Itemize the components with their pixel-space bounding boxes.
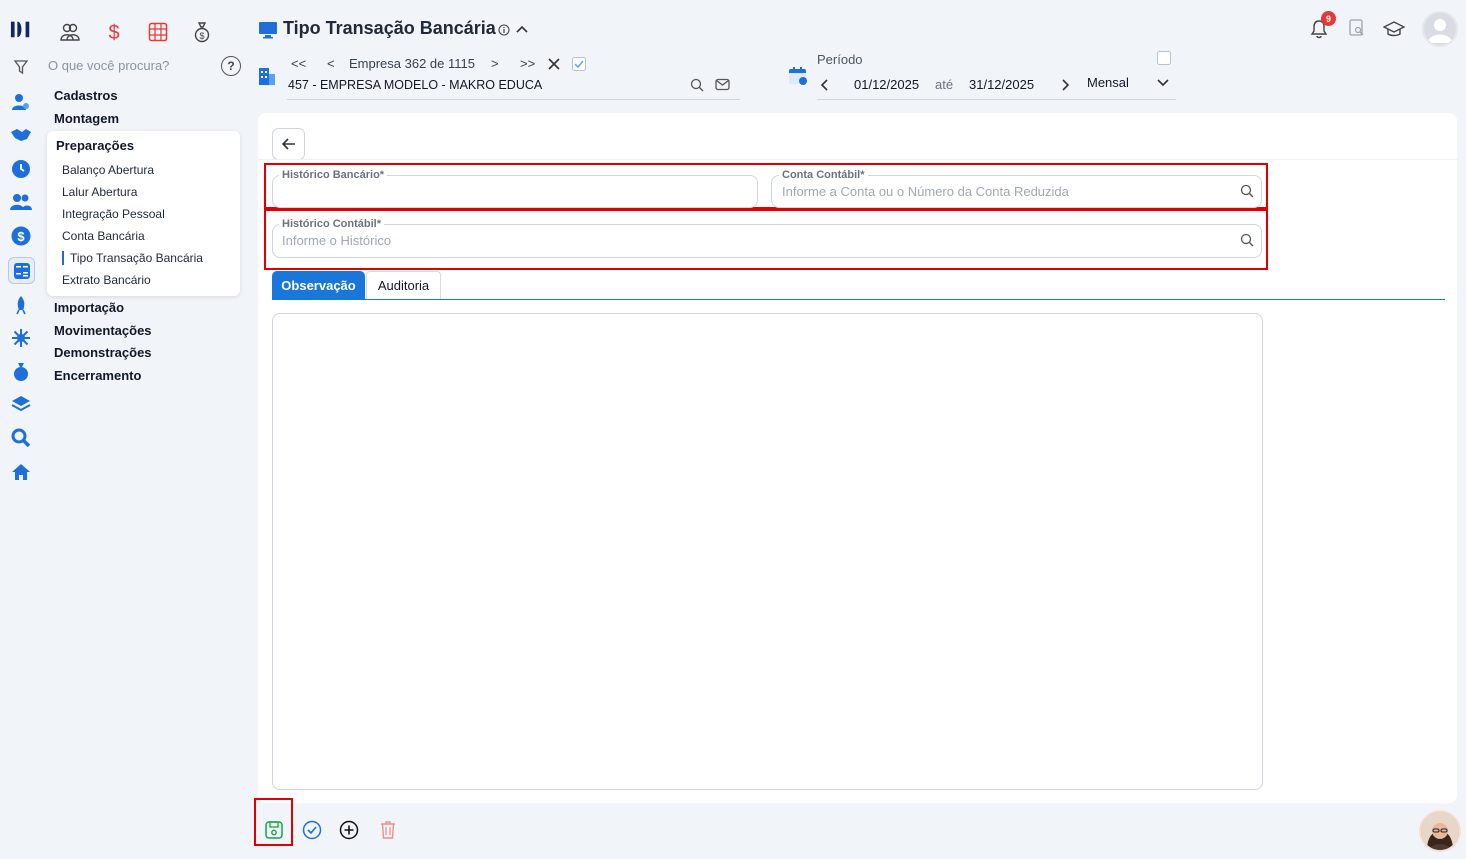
nav-item-balanco-abertura[interactable]: Balanço Abertura (62, 163, 154, 177)
nav-item-conta-bancaria[interactable]: Conta Bancária (62, 229, 145, 243)
nav-demonstracoes[interactable]: Demonstrações (54, 345, 152, 360)
svg-text:$: $ (199, 31, 204, 41)
mail-icon[interactable] (715, 78, 730, 91)
conta-contabil-placeholder: Informe a Conta ou o Número da Conta Red… (782, 184, 1069, 199)
monitor-icon (258, 21, 278, 39)
layers-icon[interactable] (10, 393, 32, 415)
save-icon[interactable] (263, 819, 285, 841)
document-search-icon[interactable] (1349, 19, 1365, 37)
network-icon[interactable] (10, 327, 32, 349)
next-period-icon[interactable] (1060, 78, 1070, 92)
chevron-down-icon[interactable] (1156, 78, 1170, 88)
people-icon[interactable] (10, 191, 32, 213)
prev-company-icon[interactable]: < (327, 56, 335, 71)
dollar-icon[interactable]: $ (10, 225, 32, 247)
last-company-icon[interactable]: >> (520, 56, 535, 71)
period-separator: até (935, 77, 954, 92)
period-frequency-select[interactable]: Mensal (1087, 75, 1129, 90)
notification-badge: 9 (1321, 11, 1336, 26)
nav-item-lalur-abertura[interactable]: Lalur Abertura (62, 185, 137, 199)
next-company-icon[interactable]: > (491, 56, 499, 71)
page-title: Tipo Transação Bancária (283, 18, 496, 38)
svg-text:$: $ (108, 22, 119, 43)
company-search-icon[interactable] (690, 78, 704, 92)
help-icon[interactable]: ? (221, 56, 241, 76)
company-underline (287, 99, 740, 100)
period-label: Período (817, 52, 863, 67)
tab-underline (272, 299, 1445, 300)
finance-icon[interactable]: $ (102, 20, 126, 44)
nav-cadastros[interactable]: Cadastros (54, 88, 118, 103)
company-name[interactable]: 457 - EMPRESA MODELO - MAKRO EDUCA (288, 78, 542, 92)
nav-encerramento[interactable]: Encerramento (54, 368, 141, 383)
calendar-icon (788, 66, 808, 86)
card-divider (258, 159, 1457, 160)
accounting-icon[interactable] (8, 257, 35, 284)
observacao-textarea[interactable] (272, 313, 1263, 790)
spreadsheet-icon[interactable] (146, 20, 170, 44)
multi-company-checkbox[interactable] (572, 57, 586, 71)
first-company-icon[interactable]: << (291, 56, 306, 71)
home-icon[interactable] (10, 461, 32, 483)
confirm-icon[interactable] (301, 819, 323, 841)
conta-contabil-search-icon[interactable] (1240, 184, 1254, 198)
chevron-up-icon[interactable] (515, 23, 529, 35)
historico-contabil-input[interactable] (272, 224, 1262, 258)
nav-item-integracao-pessoal[interactable]: Integração Pessoal (62, 207, 165, 221)
handshake-icon[interactable] (10, 124, 32, 146)
period-start-date[interactable]: 01/12/2025 (854, 77, 919, 92)
period-underline (817, 99, 1176, 100)
users-icon[interactable] (58, 20, 82, 44)
rocket-icon[interactable] (10, 294, 32, 316)
nav-montagem[interactable]: Montagem (54, 111, 119, 126)
nav-item-extrato-bancario[interactable]: Extrato Bancário (62, 273, 151, 287)
users-config-icon[interactable] (10, 91, 32, 113)
building-icon (258, 66, 276, 86)
svg-text:$: $ (17, 229, 25, 244)
tab-observacao[interactable]: Observação (272, 271, 365, 299)
money-bag-top-icon[interactable]: $ (190, 20, 214, 44)
historico-contabil-placeholder: Informe o Histórico (282, 233, 392, 248)
historico-bancario-label: Histórico Bancário* (279, 169, 388, 181)
nav-item-tipo-transacao-bancaria[interactable]: Tipo Transação Bancária (62, 251, 203, 265)
conta-contabil-label: Conta Contábil* (779, 169, 868, 181)
company-counter: Empresa 362 de 1115 (349, 56, 475, 71)
nav-importacao[interactable]: Importação (54, 300, 124, 315)
historico-contabil-label: Histórico Contábil* (279, 218, 385, 230)
money-bag-icon[interactable] (10, 360, 32, 382)
graduation-cap-icon[interactable] (1383, 20, 1405, 38)
search-nav-icon[interactable] (10, 427, 32, 449)
prev-period-icon[interactable] (820, 78, 830, 92)
add-icon[interactable] (338, 819, 360, 841)
trash-icon[interactable] (377, 819, 399, 841)
assistant-avatar[interactable] (1419, 810, 1461, 852)
back-button[interactable] (272, 128, 305, 160)
historico-contabil-search-icon[interactable] (1240, 233, 1254, 247)
period-checkbox[interactable] (1157, 51, 1171, 65)
nav-movimentacoes[interactable]: Movimentações (54, 323, 152, 338)
info-icon[interactable] (498, 24, 510, 36)
period-end-date[interactable]: 31/12/2025 (969, 77, 1034, 92)
icon-rail: $ (0, 0, 44, 859)
tab-auditoria[interactable]: Auditoria (366, 271, 441, 299)
filter-icon[interactable] (10, 56, 32, 78)
close-icon[interactable] (548, 58, 560, 70)
nav-preparacoes[interactable]: Preparações (56, 138, 134, 153)
global-search-input[interactable]: O que você procura? (48, 58, 169, 73)
app-logo-icon[interactable] (10, 18, 32, 40)
clock-icon[interactable] (10, 158, 32, 180)
user-avatar[interactable] (1422, 11, 1458, 47)
